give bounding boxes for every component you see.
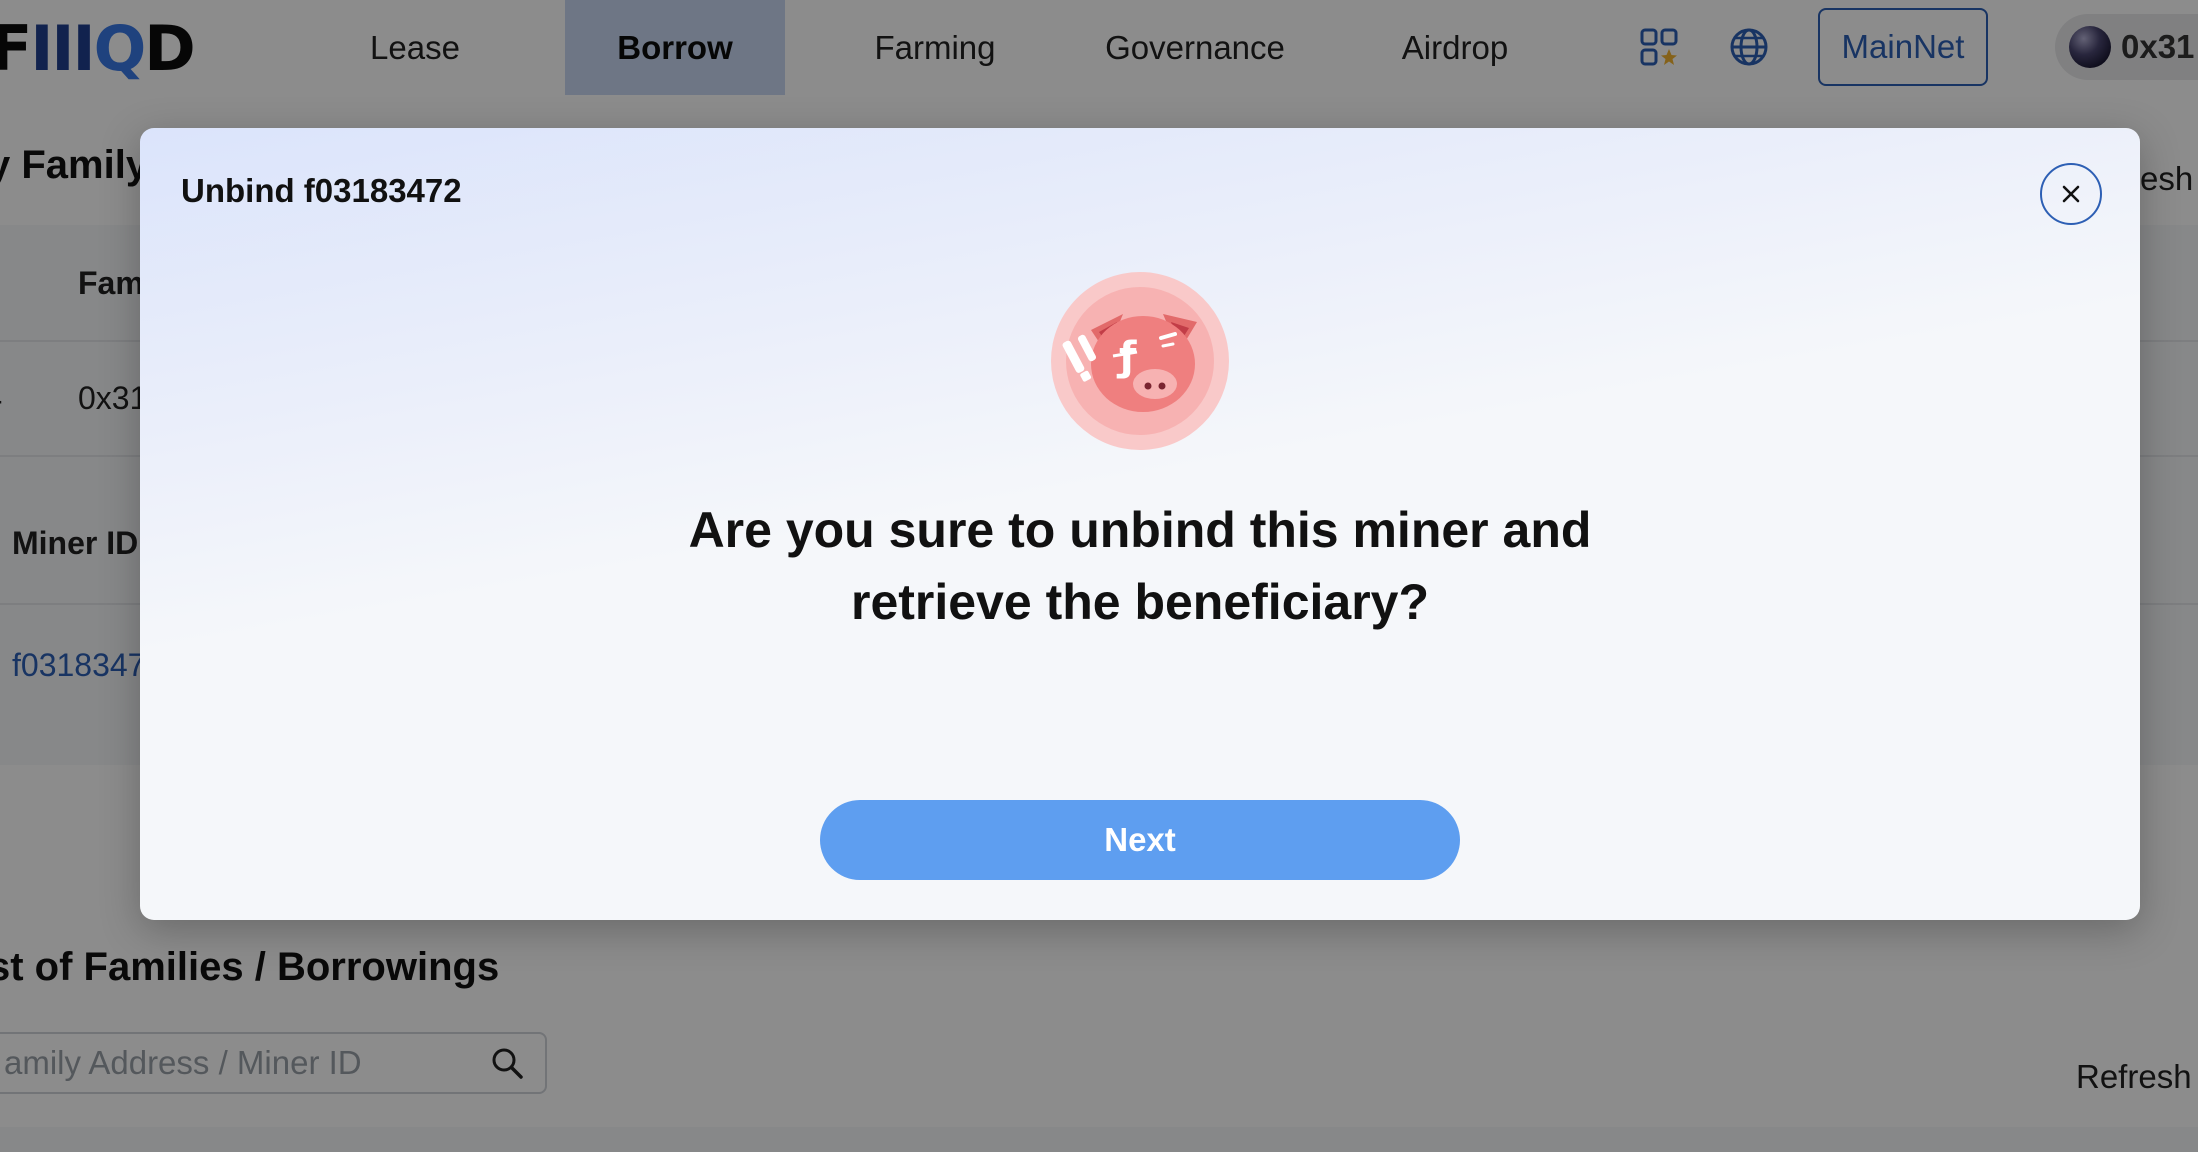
dialog-title: Unbind f03183472	[181, 172, 462, 209]
unbind-dialog: Unbind f03183472 ƒ Are you sure to unbin…	[140, 128, 2140, 920]
confirmation-line-2: retrieve the beneficiary?	[850, 574, 1430, 630]
confirmation-line-1: Are you sure to unbind this miner and	[688, 502, 1592, 558]
svg-text:ƒ: ƒ	[1116, 334, 1137, 380]
page: F III Q D Lease Borrow Farming Governanc…	[0, 0, 2198, 1152]
close-icon	[2059, 182, 2083, 206]
next-button[interactable]: Next	[820, 800, 1460, 880]
pig-warning-illustration: ƒ	[1051, 272, 1229, 450]
confirmation-message: Are you sure to unbind this miner and re…	[540, 494, 1740, 638]
close-button[interactable]	[2040, 163, 2102, 225]
